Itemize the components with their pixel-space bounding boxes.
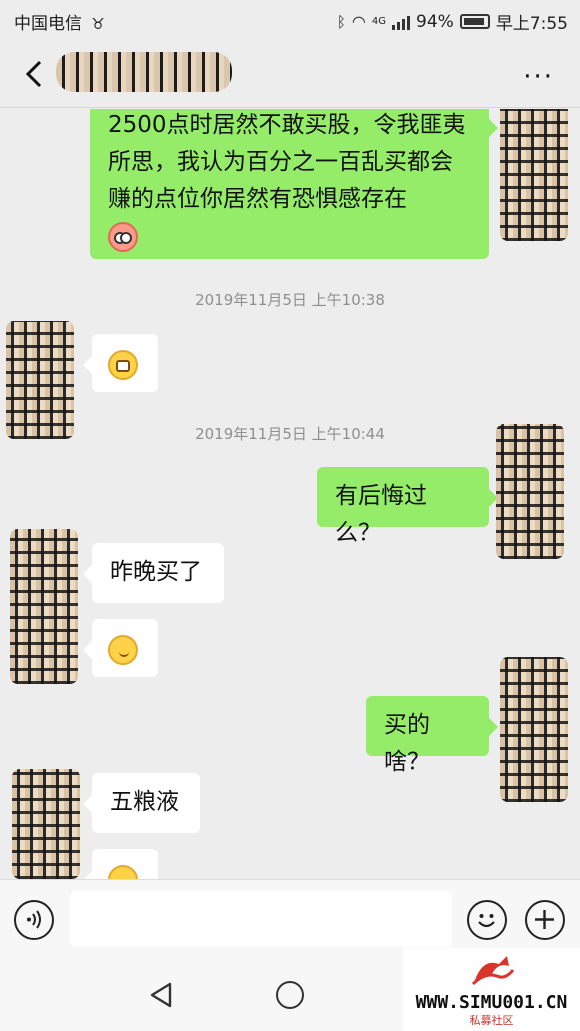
message-bubble-me[interactable]: 2500点时居然不敢买股，令我匪夷所思，我认为百分之一百乱买都会赚的点位你居然有… bbox=[90, 109, 498, 259]
message-bubble-other[interactable] bbox=[83, 619, 158, 677]
message-bubble-other[interactable]: 五粮液 bbox=[83, 773, 200, 833]
battery-percent: 94% bbox=[416, 11, 454, 32]
back-icon[interactable] bbox=[20, 58, 48, 90]
watermark-url: WWW.SIMU001.CN bbox=[415, 992, 568, 1013]
message-text: 有后悔过么？ bbox=[335, 483, 427, 546]
network-label: 4G bbox=[371, 16, 387, 27]
voice-wave-icon bbox=[27, 910, 41, 929]
timestamp: 2019年11月5日 上午10:38 bbox=[195, 291, 385, 309]
nav-back-icon[interactable] bbox=[148, 981, 174, 1009]
grimacing-face-icon bbox=[108, 349, 138, 380]
message-text: 五粮液 bbox=[110, 789, 179, 815]
voice-icon[interactable] bbox=[14, 900, 54, 940]
chat-area[interactable]: 2500点时居然不敢买股，令我匪夷所思，我认为百分之一百乱买都会赚的点位你居然有… bbox=[0, 109, 580, 879]
smirking-face-icon bbox=[108, 634, 138, 665]
more-icon[interactable]: ··· bbox=[523, 64, 554, 90]
smiley-face-icon bbox=[478, 914, 495, 928]
notification-icon: ♉ bbox=[91, 15, 105, 33]
status-bar: 中国电信 ♉ ᛒ ◠ 4G 94% 早上7:55 bbox=[0, 0, 580, 40]
message-input[interactable] bbox=[70, 891, 452, 947]
nav-home-icon[interactable] bbox=[276, 981, 304, 1009]
clock: 早上7:55 bbox=[495, 14, 568, 34]
message-text: 2500点时居然不敢买股，令我匪夷所思，我认为百分之一百乱买都会赚的点位你居然有… bbox=[108, 112, 466, 212]
input-bar bbox=[0, 879, 580, 957]
message-bubble-other[interactable]: 昨晚买了 bbox=[83, 543, 224, 603]
add-icon bbox=[535, 910, 554, 929]
watermark-logo-icon bbox=[471, 956, 515, 986]
bluetooth-icon: ᛒ bbox=[336, 12, 346, 31]
message-bubble-other[interactable] bbox=[83, 334, 158, 392]
carrier-label: 中国电信 bbox=[14, 14, 82, 34]
watermark-subtitle: 私募社区 bbox=[469, 1014, 514, 1027]
emoji-icon[interactable] bbox=[467, 900, 507, 940]
message-bubble-me[interactable]: 买的啥？ bbox=[366, 696, 498, 775]
contact-avatar[interactable] bbox=[12, 769, 80, 879]
timestamp: 2019年11月5日 上午10:44 bbox=[195, 425, 385, 443]
chat-header: ··· bbox=[0, 40, 580, 108]
smirking-face-icon bbox=[108, 864, 138, 879]
my-avatar[interactable] bbox=[500, 109, 568, 241]
message-text: 买的啥？ bbox=[384, 712, 430, 775]
contact-name-blurred bbox=[56, 52, 232, 92]
watermark: WWW.SIMU001.CN 私募社区 bbox=[403, 948, 580, 1031]
battery-icon bbox=[459, 14, 490, 29]
signal-icon bbox=[392, 14, 411, 30]
flushed-face-icon bbox=[108, 221, 138, 252]
my-avatar[interactable] bbox=[496, 424, 564, 559]
message-bubble-me[interactable]: 有后悔过么？ bbox=[317, 467, 498, 546]
my-avatar[interactable] bbox=[500, 657, 568, 802]
plus-icon[interactable] bbox=[525, 900, 565, 940]
message-bubble-other[interactable] bbox=[83, 849, 158, 879]
wifi-icon: ◠ bbox=[351, 12, 366, 31]
contact-avatar[interactable] bbox=[10, 529, 78, 684]
contact-avatar[interactable] bbox=[6, 321, 74, 439]
message-text: 昨晚买了 bbox=[110, 559, 202, 585]
